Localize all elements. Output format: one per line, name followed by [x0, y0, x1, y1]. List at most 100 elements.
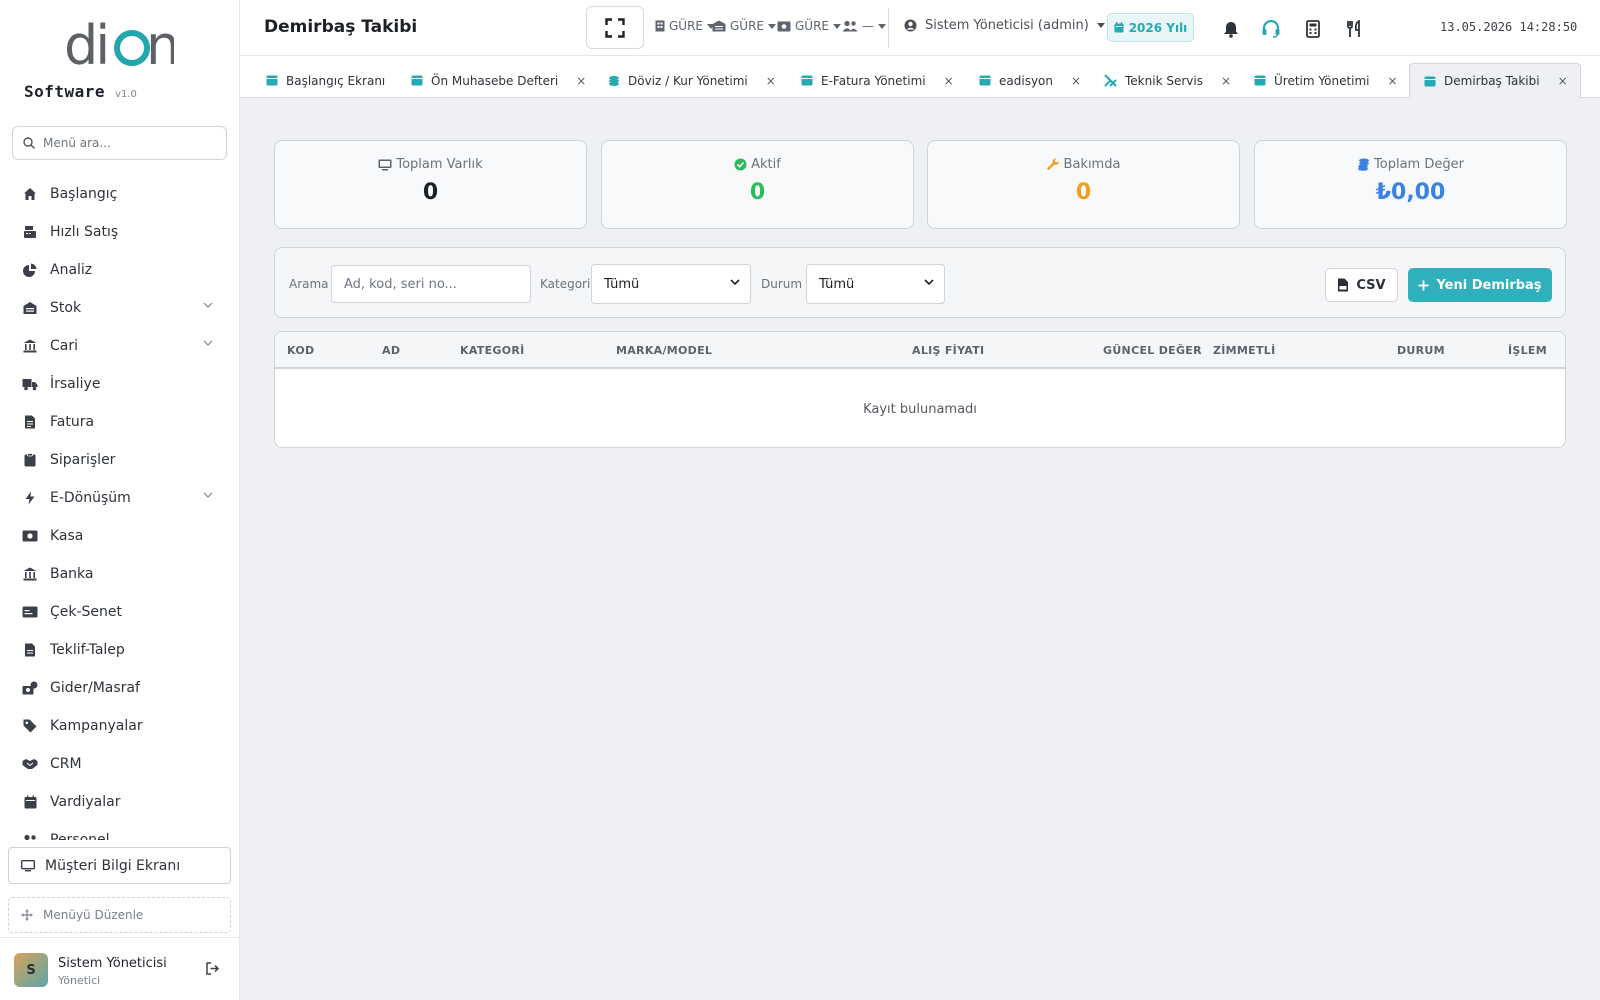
fullscreen-button[interactable]	[586, 6, 644, 49]
tab-demirbas-takibi[interactable]: Demirbaş Takibi ×	[1409, 63, 1581, 98]
sidebar-item-fatura[interactable]: Fatura	[0, 403, 239, 441]
sidebar-item-stok[interactable]: Stok	[0, 289, 239, 327]
tab-label: Döviz / Kur Yönetimi	[628, 73, 748, 88]
edit-menu-button[interactable]: Menüyü Düzenle	[8, 897, 231, 933]
warehouse-selector[interactable]: GÜRE	[712, 19, 777, 33]
tab-uretim-yonetimi[interactable]: Üretim Yönetimi ×	[1254, 63, 1398, 98]
tab-close-icon[interactable]: ×	[1221, 74, 1231, 88]
stat-value: ₺0,00	[1375, 180, 1446, 205]
chevron-down-icon	[203, 492, 213, 498]
column-header-alis-fiyati[interactable]: ALIŞ FİYATI	[912, 344, 984, 357]
restaurant-icon[interactable]	[1344, 18, 1366, 40]
calculator-icon[interactable]	[1302, 18, 1324, 40]
current-datetime: 13.05.2026 14:28:50	[1440, 20, 1578, 34]
sidebar-item-label: Çek-Senet	[50, 604, 123, 620]
page-title: Demirbaş Takibi	[264, 17, 418, 37]
sidebar-item-label: Başlangıç	[50, 186, 118, 202]
branch-selector[interactable]: GÜRE	[655, 19, 716, 33]
tab-close-icon[interactable]: ×	[1071, 74, 1081, 88]
tab-close-icon[interactable]: ×	[766, 74, 776, 88]
assets-table: KOD AD KATEGORİ MARKA/MODEL ALIŞ FİYATI …	[274, 331, 1566, 448]
register-selector[interactable]: GÜRE	[777, 19, 842, 33]
asset-search-input[interactable]	[331, 265, 531, 303]
customer-display-button[interactable]: Müşteri Bilgi Ekranı	[8, 847, 231, 884]
tab-on-muhasebe-defteri[interactable]: Ön Muhasebe Defteri ×	[411, 63, 586, 98]
sidebar-item-siparisler[interactable]: Siparişler	[0, 441, 239, 479]
staff-selector[interactable]: —	[842, 19, 886, 33]
warehouse-value: GÜRE	[730, 19, 765, 33]
stat-card-active: Aktif 0	[601, 140, 914, 229]
stat-label: Toplam Varlık	[396, 157, 483, 172]
wrench-icon	[1046, 158, 1059, 170]
new-asset-button[interactable]: Yeni Demirbaş	[1408, 268, 1552, 302]
support-headset-icon[interactable]	[1260, 18, 1282, 40]
tab-label: Teknik Servis	[1125, 73, 1203, 88]
sidebar-item-kasa[interactable]: Kasa	[0, 517, 239, 555]
user-menu[interactable]: Sistem Yöneticisi (admin)	[904, 18, 1105, 33]
sidebar-item-teklif-talep[interactable]: Teklif-Talep	[0, 631, 239, 669]
sidebar-item-irsaliye[interactable]: İrsaliye	[0, 365, 239, 403]
notifications-bell-icon[interactable]	[1220, 18, 1242, 40]
search-icon	[23, 137, 35, 149]
column-header-ad[interactable]: AD	[382, 344, 400, 357]
user-name: Sistem Yöneticisi	[58, 956, 167, 971]
warehouse-icon	[22, 300, 38, 316]
column-header-guncel-deger[interactable]: GÜNCEL DEĞER	[1103, 344, 1202, 357]
tab-close-icon[interactable]: ×	[1558, 74, 1568, 88]
tools-icon	[1104, 74, 1117, 87]
app-logo: di n Software v1.0	[24, 14, 224, 106]
sidebar-item-e-donusum[interactable]: E-Dönüşüm	[0, 479, 239, 517]
tag-icon	[22, 718, 38, 734]
sidebar-item-label: Gider/Masraf	[50, 680, 140, 696]
tab-close-icon[interactable]: ×	[944, 74, 954, 88]
sidebar-item-cari[interactable]: Cari	[0, 327, 239, 365]
column-header-zimmetli[interactable]: ZİMMETLİ	[1213, 344, 1275, 357]
stat-card-total-assets: Toplam Varlık 0	[274, 140, 587, 229]
tab-baslangic-ekrani[interactable]: Başlangıç Ekranı	[266, 63, 385, 98]
tab-eadisyon[interactable]: eadisyon ×	[979, 63, 1081, 98]
sidebar-item-kampanyalar[interactable]: Kampanyalar	[0, 707, 239, 745]
sidebar: di n Software v1.0 Başlangıç Hızlı Satış…	[0, 0, 240, 1000]
caret-down-icon	[768, 23, 777, 29]
truck-icon	[22, 376, 38, 392]
sidebar-item-analiz[interactable]: Analiz	[0, 251, 239, 289]
sidebar-item-vardiyalar[interactable]: Vardiyalar	[0, 783, 239, 821]
fiscal-year-badge[interactable]: 2026 Yılı	[1107, 13, 1194, 42]
sidebar-item-cek-senet[interactable]: Çek-Senet	[0, 593, 239, 631]
sidebar-item-label: CRM	[50, 756, 82, 772]
category-value: Tümü	[604, 276, 640, 292]
tab-teknik-servis[interactable]: Teknik Servis ×	[1104, 63, 1231, 98]
sidebar-item-label: Kasa	[50, 528, 84, 544]
column-header-marka-model[interactable]: MARKA/MODEL	[616, 344, 712, 357]
tab-close-icon[interactable]: ×	[1388, 74, 1398, 88]
tab-doviz-kur-yonetimi[interactable]: Döviz / Kur Yönetimi ×	[608, 63, 776, 98]
sidebar-item-hizli-satis[interactable]: Hızlı Satış	[0, 213, 239, 251]
menu-search-input[interactable]	[43, 136, 213, 150]
window-icon	[1424, 76, 1436, 86]
tab-e-fatura-yonetimi[interactable]: E-Fatura Yönetimi ×	[801, 63, 954, 98]
handshake-icon	[22, 756, 38, 772]
column-header-durum[interactable]: DURUM	[1397, 344, 1445, 357]
column-header-kod[interactable]: KOD	[287, 344, 314, 357]
check-circle-icon	[734, 158, 747, 171]
sidebar-item-crm[interactable]: CRM	[0, 745, 239, 783]
sidebar-item-banka[interactable]: Banka	[0, 555, 239, 593]
logout-icon[interactable]	[206, 962, 220, 975]
sidebar-item-personel[interactable]: Personel	[0, 821, 239, 840]
sidebar-item-label: Kampanyalar	[50, 718, 143, 734]
avatar[interactable]: S	[14, 953, 48, 987]
status-select[interactable]: Tümü	[806, 264, 945, 304]
status-value: Tümü	[819, 276, 855, 292]
tab-close-icon[interactable]: ×	[576, 74, 586, 88]
category-select[interactable]: Tümü	[591, 264, 751, 304]
chevron-down-icon	[203, 302, 213, 308]
sidebar-item-gider-masraf[interactable]: Gider/Masraf	[0, 669, 239, 707]
sidebar-item-baslangic[interactable]: Başlangıç	[0, 175, 239, 213]
export-csv-button[interactable]: CSV	[1325, 268, 1398, 302]
menu-search[interactable]	[12, 126, 227, 160]
clipboard-icon	[22, 452, 38, 468]
column-header-kategori[interactable]: KATEGORİ	[460, 344, 525, 357]
stat-value: 0	[422, 180, 439, 205]
stat-label: Aktif	[751, 157, 781, 172]
stat-value: 0	[749, 180, 766, 205]
